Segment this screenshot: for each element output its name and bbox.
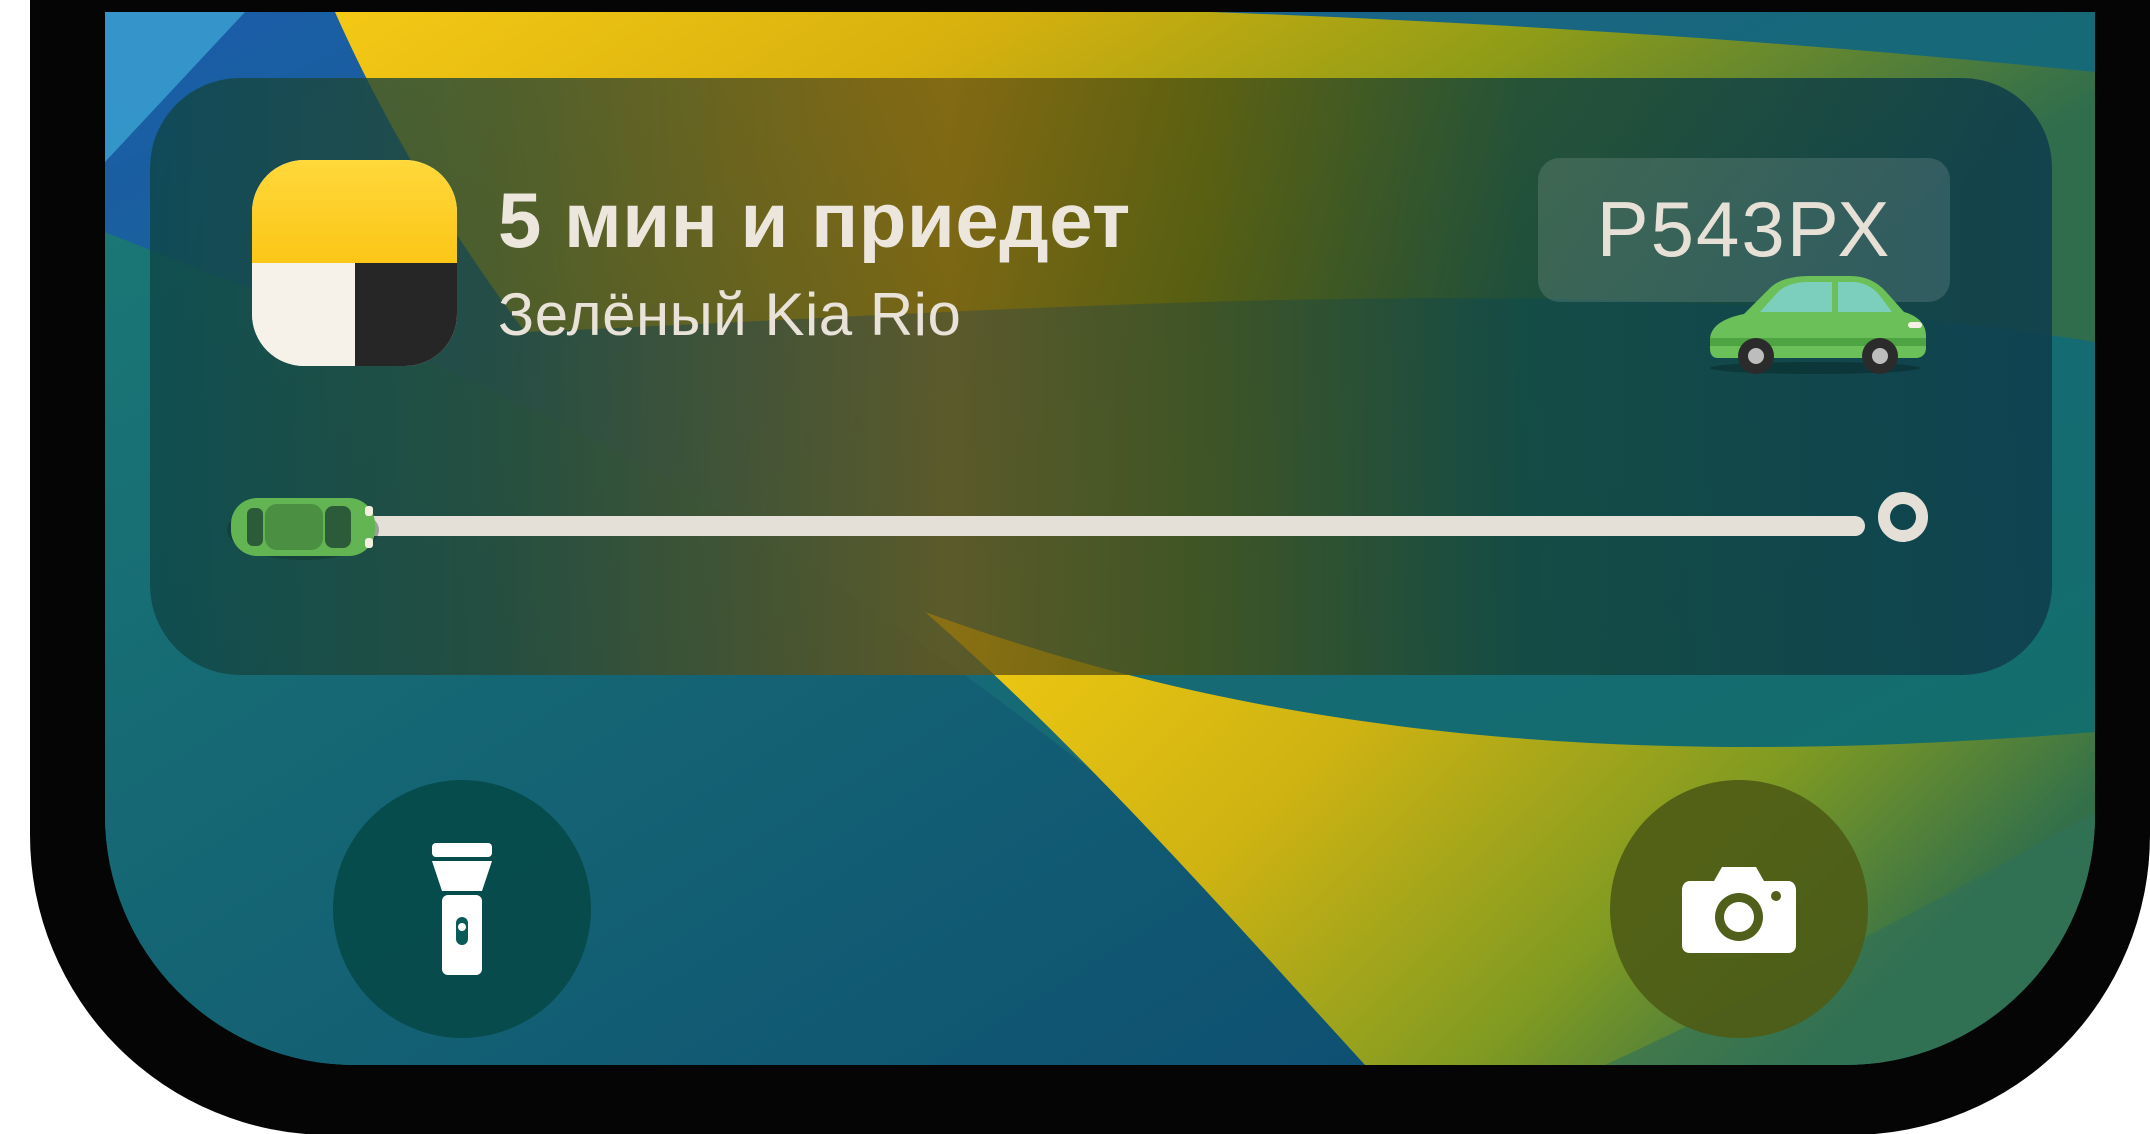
green-car-side-icon: [1710, 276, 1926, 374]
destination-ring-icon: [1878, 492, 1928, 542]
eta-title: 5 мин и приедет: [498, 176, 1131, 264]
camera-icon: [1682, 867, 1796, 953]
camera-button[interactable]: [1610, 780, 1868, 1038]
flashlight-icon: [432, 843, 492, 975]
app-icon-black-segment: [354, 263, 457, 366]
flashlight-button[interactable]: [333, 780, 591, 1038]
app-icon-yellow-segment: [252, 160, 457, 263]
trip-progress-track: [250, 516, 1865, 536]
car-description: Зелёный Kia Rio: [498, 281, 962, 348]
lock-screen-stage: 5 мин и приедет Зелёный Kia Rio Р543РХ: [0, 0, 2150, 1134]
app-icon-white-segment: [252, 263, 355, 366]
plate-number: Р543РХ: [1596, 185, 1892, 273]
green-car-top-icon: [227, 498, 379, 560]
yandex-go-taxi-icon[interactable]: [252, 160, 457, 366]
